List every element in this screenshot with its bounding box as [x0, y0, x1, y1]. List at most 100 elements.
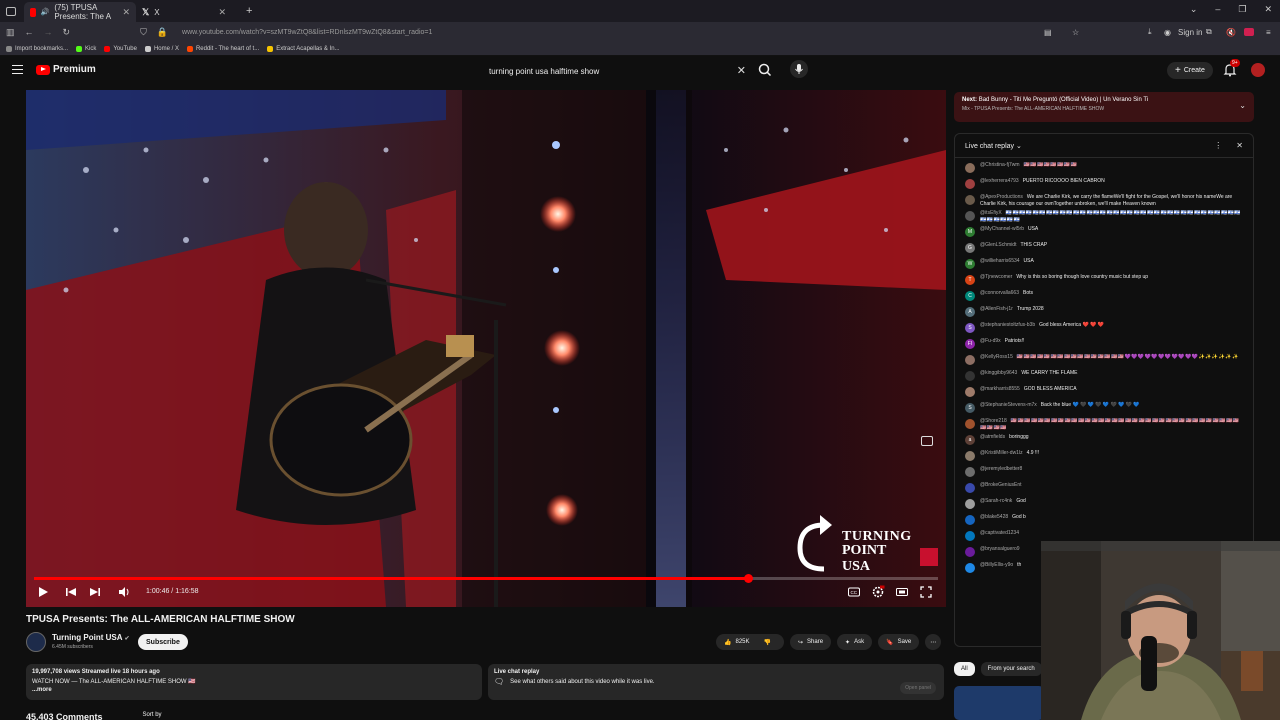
chat-mode-dropdown[interactable]: Live chat replay ⌄	[965, 142, 1022, 150]
chip-all[interactable]: All	[954, 662, 975, 676]
channel-watermark[interactable]	[920, 548, 938, 566]
share-button[interactable]: ↪ Share	[790, 634, 832, 650]
download-icon[interactable]: ⤓	[1148, 27, 1152, 37]
chat-author-name[interactable]: @willieharris6534	[980, 258, 1020, 264]
chat-author-name[interactable]: @Christina-fj7wm	[980, 162, 1020, 168]
chat-author-name[interactable]: @Fu-d9x	[980, 338, 1001, 344]
captions-icon[interactable]: CC	[847, 585, 861, 599]
chat-author-name[interactable]: @captivated1234	[980, 530, 1019, 536]
chat-author-avatar[interactable]	[965, 211, 975, 221]
chat-author-name[interactable]: @bryansalguero9	[980, 546, 1020, 552]
chat-author-name[interactable]: @lexherrera4793	[980, 178, 1019, 184]
chip-from-search[interactable]: From your search	[980, 662, 1042, 676]
ask-button[interactable]: ✦ Ask	[837, 634, 873, 650]
bookmark-item[interactable]: Reddit - The heart of t...	[186, 45, 259, 52]
chat-author-name[interactable]: @AllenFish-j1r	[980, 306, 1013, 312]
chat-author-name[interactable]: @StephanieStevens-m7x	[980, 402, 1037, 408]
close-tab-icon[interactable]: ✕	[218, 7, 226, 18]
back-icon[interactable]: ←	[25, 27, 34, 37]
dislike-icon[interactable]: 👎	[764, 639, 771, 646]
open-panel-button[interactable]: Open panel	[900, 682, 936, 694]
microphone-icon[interactable]	[790, 60, 808, 78]
chat-author-avatar[interactable]: A	[965, 307, 975, 317]
reload-icon[interactable]: ↻	[63, 27, 71, 38]
extensions-icon[interactable]: ⧉	[1206, 27, 1212, 37]
chat-author-name[interactable]: @GlenLSchmidt	[980, 242, 1016, 248]
up-next-box[interactable]: Next: Bad Bunny - Tití Me Preguntó (Offi…	[954, 92, 1254, 122]
maximize-icon[interactable]: ❐	[1238, 4, 1246, 15]
sidebar-toggle-icon[interactable]	[6, 6, 16, 16]
progress-bar[interactable]	[34, 574, 938, 583]
new-tab-icon[interactable]: +	[246, 5, 252, 17]
extension-badge-icon[interactable]	[1244, 28, 1254, 36]
chat-author-name[interactable]: @Shore218	[980, 418, 1007, 424]
channel-name[interactable]: Turning Point USA ✔	[52, 633, 129, 642]
chat-author-avatar[interactable]	[965, 179, 975, 189]
tab-x[interactable]: 𝕏 X ✕	[136, 2, 232, 22]
bookmark-star-icon[interactable]: ☆	[1072, 28, 1079, 37]
bookmark-item[interactable]: Extract Acapellas & In...	[267, 45, 340, 52]
subscribe-button[interactable]: Subscribe	[138, 634, 188, 650]
menu-dots-icon[interactable]: ≡	[1266, 28, 1271, 37]
chat-author-avatar[interactable]	[965, 483, 975, 493]
chat-author-avatar[interactable]	[965, 451, 975, 461]
hamburger-menu-icon[interactable]	[12, 65, 23, 74]
reader-icon[interactable]: ▤	[1044, 28, 1052, 37]
search-input[interactable]: turning point usa halftime show ✕	[480, 61, 750, 81]
chat-author-avatar[interactable]	[965, 563, 975, 573]
chat-author-avatar[interactable]: S	[965, 403, 975, 413]
close-tab-icon[interactable]: ✕	[122, 7, 130, 18]
chat-author-name[interactable]: @markharris8555	[980, 386, 1020, 392]
youtube-logo[interactable]: Premium	[36, 64, 96, 75]
minimize-icon[interactable]: –	[1215, 4, 1220, 15]
mute-icon[interactable]: 🔇	[1226, 28, 1236, 37]
close-chat-icon[interactable]: ✕	[1236, 141, 1243, 150]
create-button[interactable]: + Create	[1167, 62, 1213, 79]
sort-by-button[interactable]: Sort by	[143, 712, 162, 720]
chat-author-name[interactable]: @KristiMiller-dw1lz	[980, 450, 1023, 456]
chat-author-avatar[interactable]: W	[965, 259, 975, 269]
description-box[interactable]: 19,997,708 views Streamed live 18 hours …	[26, 664, 482, 700]
chat-author-name[interactable]: @KellyRoss15	[980, 354, 1013, 360]
chat-author-avatar[interactable]: FI	[965, 339, 975, 349]
search-icon[interactable]	[756, 61, 774, 79]
video-player[interactable]: TURNING POINT USA 1:00:46 / 1:16:58 CC	[26, 90, 946, 607]
chat-author-avatar[interactable]	[965, 355, 975, 365]
related-video-thumbnail[interactable]	[954, 686, 1044, 720]
live-chat-replay-card[interactable]: Live chat replay 🗨 See what others said …	[488, 664, 944, 700]
shield-icon[interactable]: ⛉	[140, 27, 147, 38]
chat-author-avatar[interactable]	[965, 499, 975, 509]
chat-author-avatar[interactable]: a	[965, 435, 975, 445]
chat-author-name[interactable]: @Sarah-rc4nk	[980, 498, 1012, 504]
more-actions-button[interactable]: ⋯	[925, 634, 942, 650]
settings-gear-icon[interactable]	[871, 585, 885, 599]
description-more[interactable]: ...more	[32, 687, 476, 693]
sign-in-label[interactable]: Sign in	[1178, 28, 1202, 37]
speaker-icon[interactable]: 🔊	[41, 8, 50, 16]
more-vert-icon[interactable]: ⋮	[1214, 141, 1222, 150]
chevron-down-icon[interactable]: ⌄	[1239, 101, 1246, 110]
chat-author-avatar[interactable]: C	[965, 291, 975, 301]
url-field[interactable]: www.youtube.com/watch?v=szMT9wZtQ8&list=…	[182, 29, 432, 36]
chat-author-name[interactable]: @stephaniestoltzfus-b3b	[980, 322, 1035, 328]
chat-author-avatar[interactable]: T	[965, 275, 975, 285]
forward-icon[interactable]: →	[44, 27, 53, 37]
chat-author-avatar[interactable]	[965, 371, 975, 381]
fullscreen-icon[interactable]	[919, 585, 933, 599]
volume-icon[interactable]	[117, 585, 131, 599]
chat-author-name[interactable]: @ApexProductions	[980, 194, 1023, 200]
account-avatar[interactable]	[1251, 63, 1265, 77]
previous-icon[interactable]	[64, 585, 78, 599]
chat-author-avatar[interactable]: S	[965, 323, 975, 333]
bookmark-item[interactable]: Import bookmarks...	[6, 45, 68, 52]
chat-author-name[interactable]: @kinggibby9643	[980, 370, 1017, 376]
play-icon[interactable]	[36, 585, 50, 599]
chat-author-avatar[interactable]	[965, 163, 975, 173]
chat-author-avatar[interactable]	[965, 531, 975, 541]
close-window-icon[interactable]: ✕	[1264, 4, 1272, 15]
tab-list-icon[interactable]: ⌄	[1190, 4, 1198, 15]
bookmark-item[interactable]: YouTube	[104, 45, 137, 52]
sidebar-icon[interactable]: ▥	[6, 27, 15, 38]
chat-author-avatar[interactable]	[965, 387, 975, 397]
chat-author-name[interactable]: @Tjnewcomer	[980, 274, 1012, 280]
